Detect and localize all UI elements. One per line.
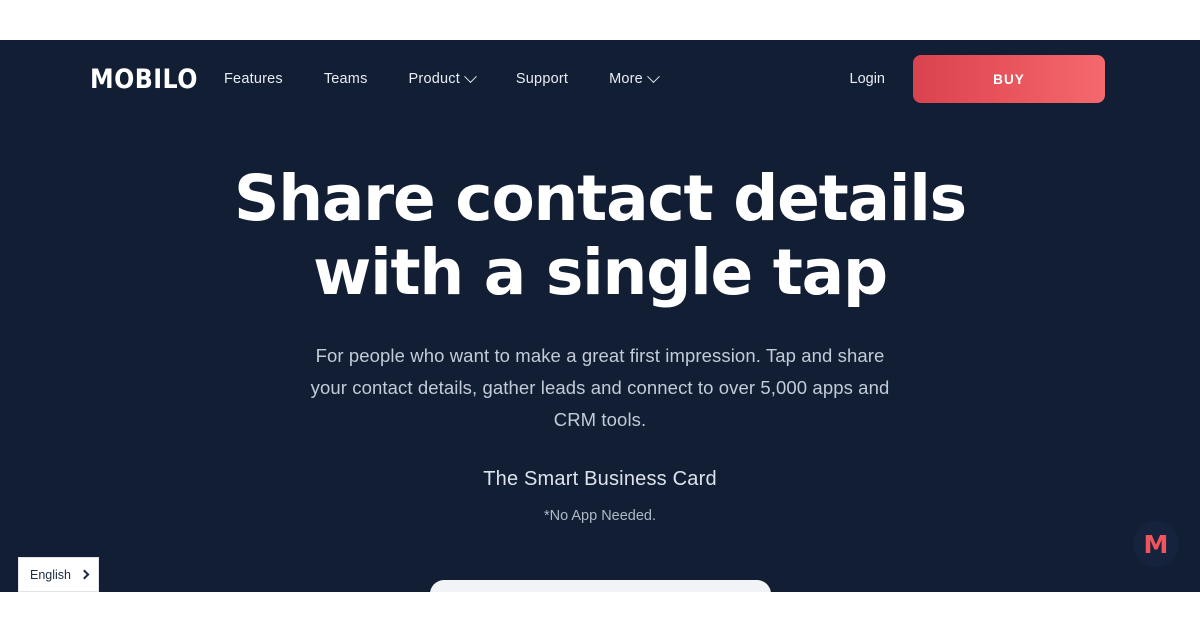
logo-mobilo[interactable]: MOBILO	[90, 40, 198, 118]
nav-item-product[interactable]: Product	[408, 69, 477, 87]
hero-section: MOBILO Features Teams Product Support Mo…	[0, 40, 1200, 592]
headline-line-1: Share contact details	[234, 162, 967, 235]
navbar: MOBILO Features Teams Product Support Mo…	[0, 40, 1200, 118]
login-link[interactable]: Login	[850, 71, 885, 87]
hero-tagline: The Smart Business Card	[483, 468, 717, 490]
nav-item-teams-label: Teams	[323, 71, 368, 87]
nav-item-more-label: More	[609, 71, 643, 87]
mobilo-chat-icon: M	[1143, 529, 1169, 559]
headline-line-2: with a single tap	[313, 235, 888, 309]
language-selector[interactable]: English	[18, 557, 99, 592]
page-title: Share contact details with a single tap	[0, 162, 1200, 309]
bottom-white-band	[0, 592, 1200, 630]
hero-footnote: *No App Needed.	[543, 508, 657, 524]
nav-item-features[interactable]: Features	[224, 71, 283, 87]
page-root: MOBILO Features Teams Product Support Mo…	[0, 0, 1200, 630]
nav-item-product-label: Product	[408, 71, 460, 87]
navbar-actions: Login BUY	[850, 40, 1105, 118]
chevron-down-icon	[464, 69, 477, 83]
nav-item-support[interactable]: Support	[516, 71, 568, 87]
chevron-right-icon	[79, 569, 90, 580]
nav-item-more[interactable]: More	[609, 69, 660, 87]
nav-item-support-label: Support	[515, 71, 569, 87]
buy-button[interactable]: BUY	[913, 55, 1105, 103]
language-selector-label: English	[30, 567, 71, 582]
nav-links: Features Teams Product Support More	[224, 40, 660, 118]
top-white-band	[0, 0, 1200, 40]
hero-preview-card	[430, 580, 771, 592]
nav-item-teams[interactable]: Teams	[324, 71, 368, 87]
chevron-down-icon	[647, 69, 660, 83]
hero-subheading: For people who want to make a great firs…	[310, 345, 890, 430]
chat-widget-button[interactable]: M	[1133, 521, 1179, 567]
nav-item-features-label: Features	[224, 71, 283, 87]
